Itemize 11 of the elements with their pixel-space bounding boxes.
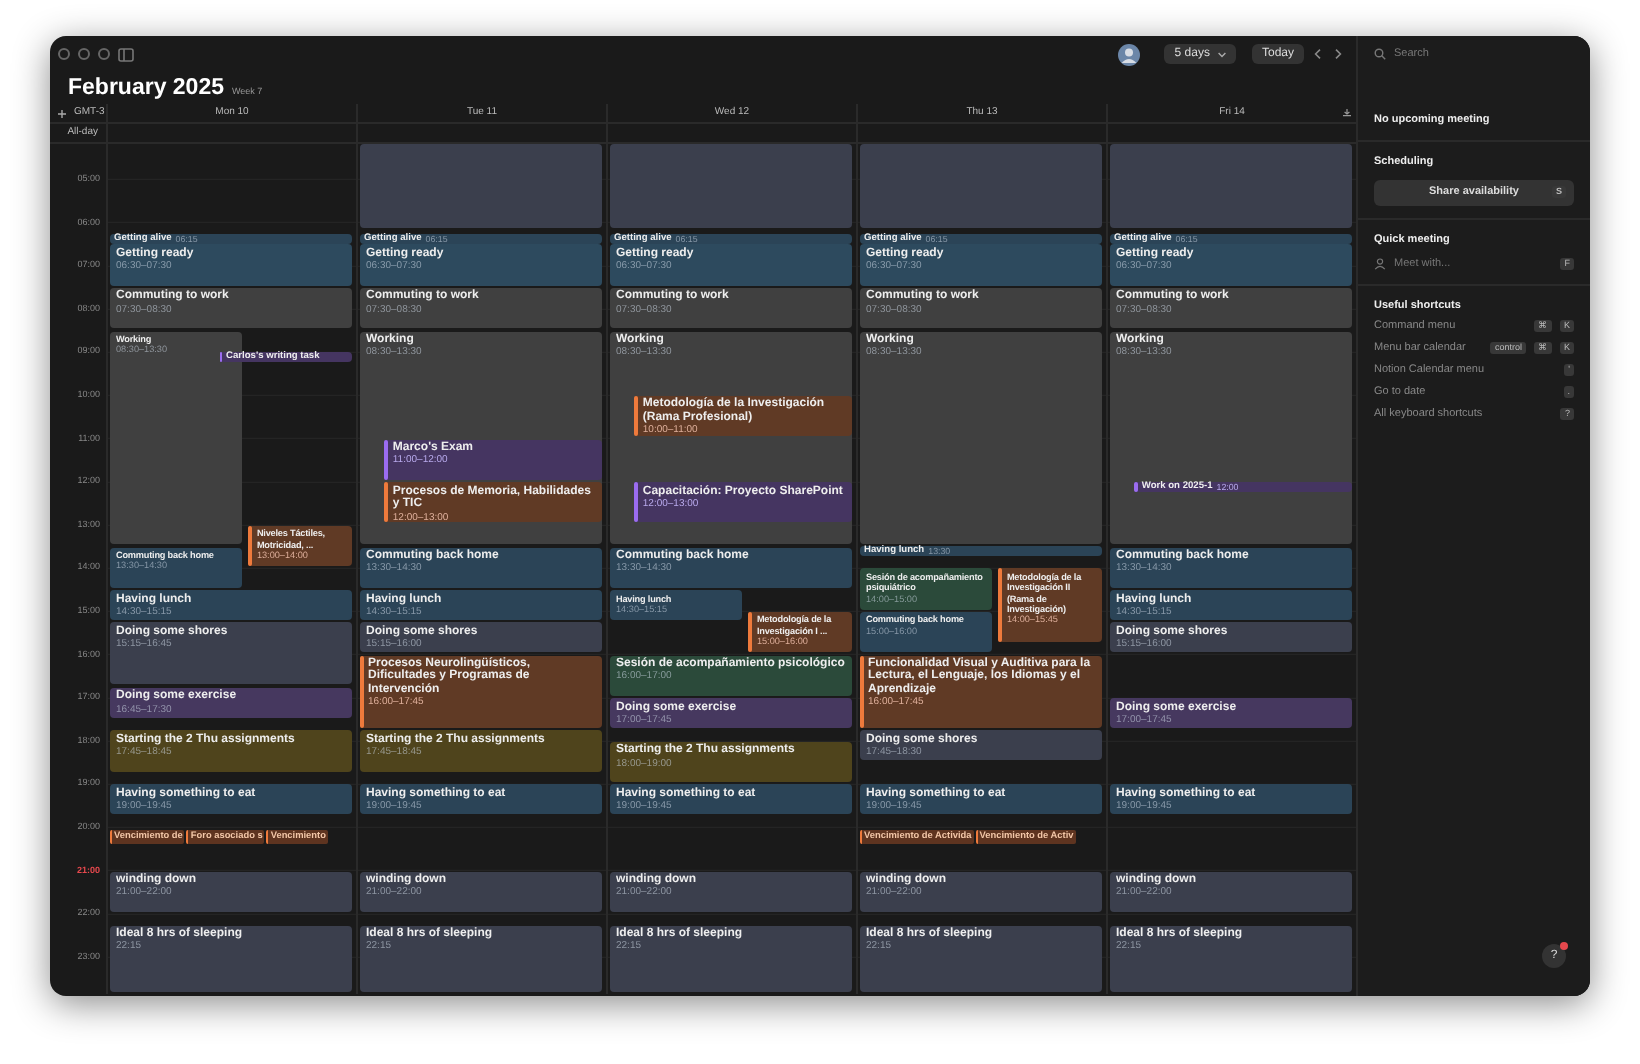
search-icon	[1374, 48, 1386, 60]
avatar-icon[interactable]	[1118, 43, 1141, 65]
caret-icon	[1217, 51, 1226, 57]
chevron-left-icon[interactable]	[1312, 48, 1324, 60]
notification-dot	[1560, 942, 1568, 950]
chevron-right-icon[interactable]	[1332, 48, 1344, 60]
add-icon[interactable]	[58, 109, 66, 117]
month-title: February 2025	[68, 74, 224, 104]
sidebar-toggle-icon[interactable]	[118, 47, 134, 61]
collapse-icon[interactable]	[1342, 108, 1352, 118]
person-icon	[1374, 257, 1386, 270]
